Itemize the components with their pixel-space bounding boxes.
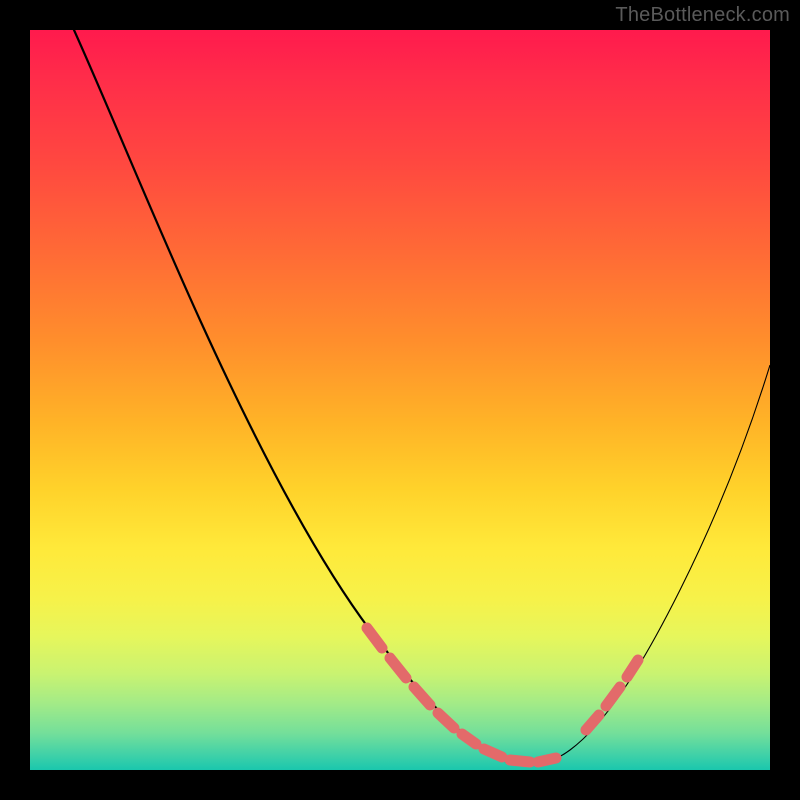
bottleneck-curve-right: [505, 365, 770, 764]
dash-seg: [414, 687, 430, 705]
dash-seg: [367, 628, 382, 648]
dash-seg: [627, 660, 638, 677]
dash-seg: [484, 749, 502, 757]
dash-seg: [606, 687, 620, 706]
dash-seg: [462, 734, 476, 744]
dash-seg: [390, 658, 406, 678]
dash-seg: [510, 760, 530, 762]
chart-frame: TheBottleneck.com: [0, 0, 800, 800]
curve-layer: [30, 30, 770, 770]
optimal-band-dashes: [367, 628, 638, 762]
dash-seg: [438, 713, 454, 728]
bottleneck-curve-left: [74, 30, 528, 765]
plot-area: [30, 30, 770, 770]
dash-seg: [538, 758, 556, 762]
watermark-text: TheBottleneck.com: [615, 4, 790, 27]
dash-seg: [586, 715, 599, 730]
